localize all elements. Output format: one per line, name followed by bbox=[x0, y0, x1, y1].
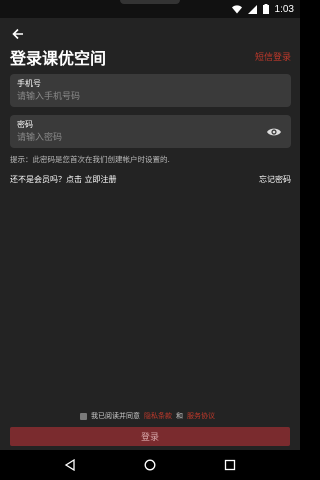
nav-back-button[interactable] bbox=[62, 457, 78, 473]
privacy-link[interactable]: 隐私条款 bbox=[144, 411, 172, 421]
password-input[interactable] bbox=[17, 131, 257, 144]
agreement-prefix: 我已阅读并同意 bbox=[91, 412, 140, 420]
arrow-left-icon bbox=[12, 28, 23, 40]
navigation-bar bbox=[0, 450, 300, 480]
status-time: 1:03 bbox=[274, 3, 294, 15]
wifi-icon bbox=[231, 4, 242, 13]
agreement-and: 和 bbox=[176, 412, 183, 420]
password-hint: 提示：此密码是您首次在我们创建帐户时设置的. bbox=[10, 155, 170, 164]
register-link[interactable]: 还不是会员吗？点击 立即注册 bbox=[10, 174, 117, 185]
triangle-back-icon bbox=[64, 459, 75, 471]
agreement-checkbox[interactable] bbox=[80, 412, 87, 420]
back-button[interactable] bbox=[8, 24, 28, 44]
login-button[interactable]: 登录 bbox=[10, 427, 290, 446]
forgot-password-link[interactable]: 忘记密码 bbox=[259, 174, 291, 185]
password-label: 密码 bbox=[17, 120, 33, 129]
password-field[interactable]: 密码 bbox=[10, 115, 291, 148]
square-recents-icon bbox=[224, 459, 236, 471]
circle-home-icon bbox=[144, 459, 156, 471]
agreement-row: 我已阅读并同意 隐私条款 和 服务协议 bbox=[80, 411, 215, 421]
login-screen: 登录课优空间 短信登录 手机号 密码 提示：此密码是您首次在我们创建帐户时设置的… bbox=[0, 18, 300, 450]
sms-login-link[interactable]: 短信登录 bbox=[255, 50, 291, 63]
status-bar: 1:03 bbox=[0, 0, 300, 18]
camera-notch bbox=[120, 0, 180, 4]
nav-home-button[interactable] bbox=[142, 457, 158, 473]
signal-icon bbox=[247, 4, 257, 14]
service-link[interactable]: 服务协议 bbox=[187, 411, 215, 421]
nav-recents-button[interactable] bbox=[222, 457, 238, 473]
battery-icon bbox=[262, 4, 269, 14]
phone-input[interactable] bbox=[17, 90, 257, 103]
phone-label: 手机号 bbox=[17, 79, 41, 88]
toggle-password-visibility-button[interactable] bbox=[266, 124, 282, 138]
phone-field[interactable]: 手机号 bbox=[10, 74, 291, 107]
eye-icon bbox=[267, 128, 281, 136]
page-title: 登录课优空间 bbox=[10, 49, 107, 68]
